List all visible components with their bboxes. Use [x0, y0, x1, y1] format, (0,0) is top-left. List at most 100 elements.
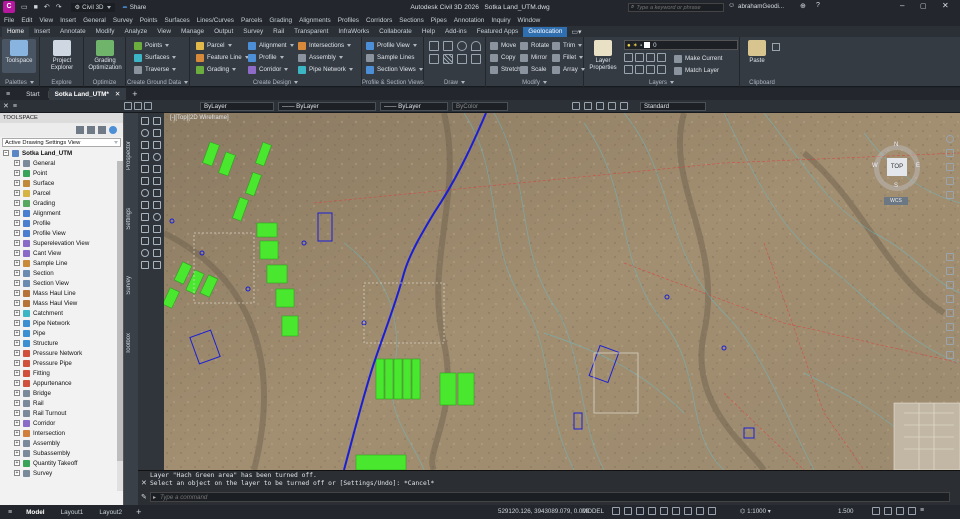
tree-item-quantity-takeoff[interactable]: + Quantity Takeoff [0, 458, 123, 468]
menu-item-lines-curves[interactable]: Lines/Curves [197, 17, 234, 24]
lineweight-icon[interactable] [684, 507, 692, 515]
viewcube-north[interactable]: N [894, 142, 898, 148]
project-explorer-button[interactable]: Project Explorer [45, 39, 79, 73]
tree-item-profile-view[interactable]: + Profile View [0, 228, 123, 238]
expand-icon[interactable]: + [14, 390, 20, 396]
layer-freeze-icon[interactable] [646, 53, 655, 62]
hardware-accel-icon[interactable] [896, 507, 904, 515]
ribbon-tab-transparent[interactable]: Transparent [289, 27, 333, 37]
menu-icon[interactable]: ≡ [6, 91, 10, 98]
layer-isolate-icon[interactable] [635, 53, 644, 62]
expand-icon[interactable]: + [14, 290, 20, 296]
layer-state-icon[interactable] [134, 102, 142, 110]
layer-thaw-icon[interactable] [646, 65, 655, 74]
ribbon-tab-insert[interactable]: Insert [29, 27, 55, 37]
ribbon-tab-survey[interactable]: Survey [238, 27, 268, 37]
tree-item-general[interactable]: + General [0, 158, 123, 168]
layout-menu-icon[interactable]: ≡ [8, 509, 12, 516]
draw-tool-12-icon[interactable] [153, 177, 161, 185]
make-current-button[interactable]: Make Current [674, 53, 722, 64]
viewcube[interactable]: TOP N S W E WCS [872, 139, 922, 205]
help-tree-icon[interactable] [109, 126, 117, 134]
draw-tool-13-icon[interactable] [141, 189, 149, 197]
expand-icon[interactable]: + [14, 270, 20, 276]
viewcube-west[interactable]: W [872, 163, 878, 169]
canvas-tool-5-icon[interactable] [946, 309, 954, 317]
menu-item-general[interactable]: General [83, 17, 106, 24]
tool-a-icon[interactable] [572, 102, 580, 110]
transparency-icon[interactable] [696, 507, 704, 515]
maximize-icon[interactable]: ▢ [920, 2, 927, 10]
document-tab-active[interactable]: Sotka Land_UTM* ✕ [48, 88, 127, 100]
view-selector[interactable]: Active Drawing Settings View [2, 138, 121, 147]
canvas-tool-4-icon[interactable] [946, 295, 954, 303]
move-button[interactable]: Move [490, 40, 516, 51]
scroll-thumb[interactable] [117, 161, 123, 461]
expand-icon[interactable]: + [14, 420, 20, 426]
layer-on-icon[interactable] [624, 65, 633, 74]
orbit-icon[interactable] [946, 177, 954, 185]
expand-icon[interactable]: + [14, 320, 20, 326]
intersections-button[interactable]: Intersections [298, 40, 352, 51]
polyline-icon[interactable] [443, 41, 453, 51]
save-icon[interactable]: ■ [34, 4, 38, 11]
canvas-tool-7-icon[interactable] [946, 337, 954, 345]
canvas-tool-3-icon[interactable] [946, 281, 954, 289]
tree-item-survey[interactable]: + Survey [0, 468, 123, 478]
menu-item-sections[interactable]: Sections [399, 17, 424, 24]
tool-d-icon[interactable] [608, 102, 616, 110]
cart-icon[interactable]: ⊕ [800, 2, 806, 10]
help-icon[interactable]: ? [816, 2, 820, 9]
expand-icon[interactable]: + [14, 400, 20, 406]
surfaces-button[interactable]: Surfaces [134, 52, 177, 63]
copy-clip-icon[interactable] [772, 43, 780, 51]
circle-icon[interactable] [457, 41, 467, 51]
minimize-icon[interactable]: – [900, 1, 904, 10]
tree-item-superelevation-view[interactable]: + Superelevation View [0, 238, 123, 248]
traverse-button[interactable]: Traverse [134, 64, 177, 75]
draw-tool-22-icon[interactable] [153, 237, 161, 245]
ribbon-tab-view[interactable]: View [152, 27, 176, 37]
draw-tool-5-icon[interactable] [141, 141, 149, 149]
layer-control[interactable]: ByLayer [200, 101, 274, 111]
tree-item-cant-view[interactable]: + Cant View [0, 248, 123, 258]
viewcube-east[interactable]: E [916, 163, 920, 169]
toggle-item-icon[interactable] [98, 126, 106, 134]
menu-item-alignments[interactable]: Alignments [299, 17, 331, 24]
expand-icon[interactable]: + [14, 410, 20, 416]
tree-item-section[interactable]: + Section [0, 268, 123, 278]
menu-item-annotation[interactable]: Annotation [454, 17, 485, 24]
undo-icon[interactable]: ↶ [44, 3, 50, 11]
expand-icon[interactable]: + [14, 360, 20, 366]
command-input-row[interactable]: ▸ [150, 492, 950, 502]
ribbon-tab-rail[interactable]: Rail [268, 27, 289, 37]
text-style-control[interactable]: Standard [640, 101, 706, 111]
workspace-selector[interactable]: ⚙ Civil 3D [70, 2, 115, 12]
tool-e-icon[interactable] [620, 102, 628, 110]
side-tab-toolbox[interactable]: Toolbox [126, 333, 132, 354]
tree-item-pipe[interactable]: + Pipe [0, 328, 123, 338]
draw-tool-21-icon[interactable] [141, 237, 149, 245]
tree-item-parcel[interactable]: + Parcel [0, 188, 123, 198]
polar-icon[interactable] [648, 507, 656, 515]
app-logo[interactable]: C [3, 1, 15, 13]
tree-item-intersection[interactable]: + Intersection [0, 428, 123, 438]
expand-icon[interactable]: + [14, 430, 20, 436]
command-customize-icon[interactable]: ✎ [141, 493, 147, 501]
points-button[interactable]: Points [134, 40, 170, 51]
expand-icon[interactable]: + [14, 370, 20, 376]
steering-wheel-icon[interactable] [946, 135, 954, 143]
draw-tool-23-icon[interactable] [141, 249, 149, 257]
menu-item-surfaces[interactable]: Surfaces [164, 17, 189, 24]
user-name[interactable]: abrahamGeodi... [738, 3, 784, 10]
ribbon-tab-manage[interactable]: Manage [176, 27, 209, 37]
tool-b-icon[interactable] [584, 102, 592, 110]
pipe-network-button[interactable]: Pipe Network [298, 64, 353, 75]
feature-line-button[interactable]: Feature Line [196, 52, 249, 63]
draw-tool-20-icon[interactable] [153, 225, 161, 233]
tree-item-mass-haul-line[interactable]: + Mass Haul Line [0, 288, 123, 298]
side-tab-survey[interactable]: Survey [126, 276, 132, 295]
otrack-icon[interactable] [672, 507, 680, 515]
ribbon-tab-output[interactable]: Output [209, 27, 238, 37]
ribbon-tab-analyze[interactable]: Analyze [119, 27, 152, 37]
